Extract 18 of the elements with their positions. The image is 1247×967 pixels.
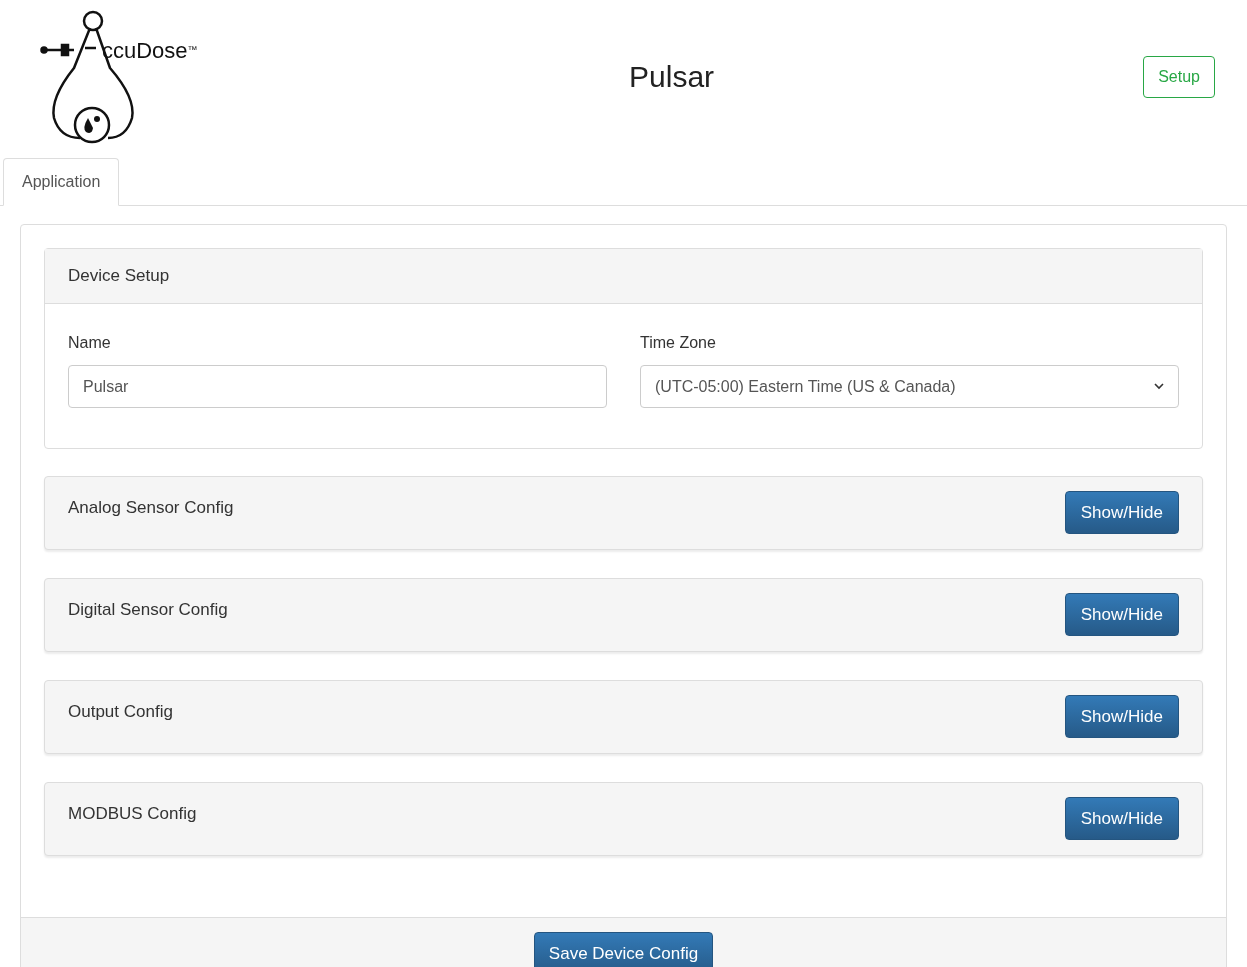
chevron-down-icon (1154, 383, 1164, 390)
panel-title: Output Config (68, 701, 173, 723)
show-hide-button[interactable]: Show/Hide (1064, 797, 1179, 840)
page-title: Pulsar (629, 59, 715, 95)
show-hide-button[interactable]: Show/Hide (1064, 593, 1179, 636)
time-zone-select[interactable]: (UTC-05:00) Eastern Time (US & Canada) (640, 365, 1179, 408)
show-hide-button[interactable]: Show/Hide (1064, 695, 1179, 738)
panel-title: Digital Sensor Config (68, 599, 228, 621)
name-field[interactable]: Pulsar (68, 365, 607, 408)
setup-button[interactable]: Setup (1143, 56, 1215, 98)
field-label: Time Zone (640, 333, 717, 353)
field-label: Name (68, 333, 112, 353)
save-button[interactable]: Save Device Config (533, 932, 714, 967)
panel-title: MODBUS Config (68, 803, 197, 825)
tab[interactable]: Application (3, 158, 120, 206)
panel-title: Analog Sensor Config (68, 497, 234, 519)
show-hide-button[interactable]: Show/Hide (1064, 491, 1179, 534)
panel-title: Device Setup (68, 265, 170, 288)
